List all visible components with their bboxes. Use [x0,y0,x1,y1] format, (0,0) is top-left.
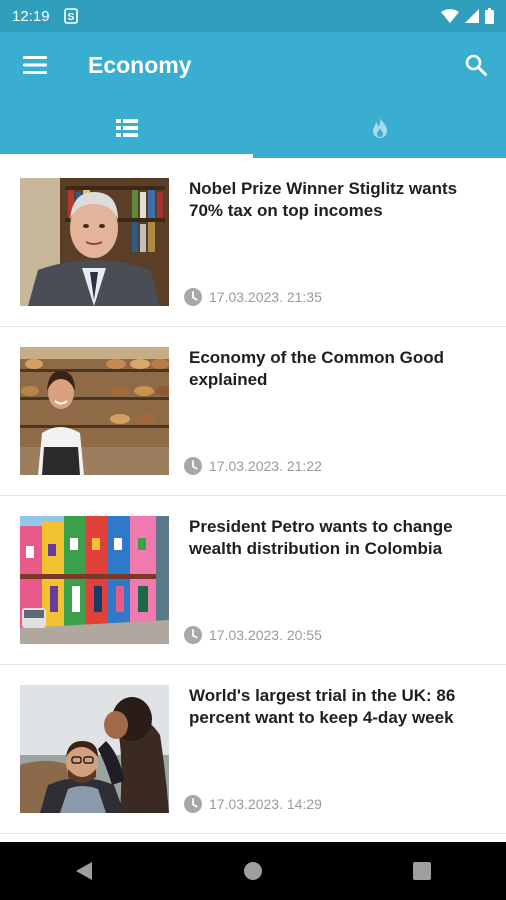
system-nav-bar [0,842,506,900]
menu-button[interactable] [0,32,70,98]
search-button[interactable] [446,32,506,98]
list-icon [115,119,138,137]
article-meta: 17.03.2023. 14:29 [184,795,322,813]
clock-icon [184,795,202,813]
article-item[interactable]: Nobel Prize Winner Stiglitz wants 70% ta… [0,158,506,327]
wifi-icon [441,9,459,23]
flame-icon [372,117,387,138]
article-timestamp: 17.03.2023. 14:29 [209,796,322,812]
article-title: Nobel Prize Winner Stiglitz wants 70% ta… [189,179,458,220]
recents-button[interactable] [392,842,452,900]
article-meta: 17.03.2023. 20:55 [184,626,322,644]
clock-icon [184,288,202,306]
app-bar: Economy [0,32,506,98]
status-icons [441,8,494,24]
tab-list[interactable] [0,98,253,158]
article-item[interactable]: World's largest trial in the UK: 86 perc… [0,665,506,834]
article-item[interactable]: Economy of the Common Good explained 17.… [0,327,506,496]
article-thumbnail [20,516,169,644]
battery-icon [485,8,494,24]
article-meta: 17.03.2023. 21:35 [184,288,322,306]
svg-text:S: S [67,12,74,23]
article-thumbnail [20,178,169,306]
back-button[interactable] [54,842,114,900]
search-icon [465,54,487,76]
article-timestamp: 17.03.2023. 21:35 [209,289,322,305]
article-item[interactable]: President Petro wants to change wealth d… [0,496,506,665]
article-list: Nobel Prize Winner Stiglitz wants 70% ta… [0,158,506,842]
article-title: President Petro wants to change wealth d… [189,517,453,558]
article-title: World's largest trial in the UK: 86 perc… [189,686,456,727]
tab-trending[interactable] [253,98,506,158]
clock-icon [184,457,202,475]
status-time: 12:19 [12,7,50,25]
storage-s-icon: S [63,8,78,24]
tab-bar [0,98,506,158]
home-icon [243,862,262,880]
recents-icon [412,862,431,880]
back-icon [76,862,93,880]
article-meta: 17.03.2023. 21:22 [184,457,322,475]
page-title: Economy [88,51,192,78]
signal-icon [465,9,479,23]
article-timestamp: 17.03.2023. 20:55 [209,627,322,643]
menu-icon [23,56,47,74]
status-bar: 12:19 S [0,0,506,32]
article-title: Economy of the Common Good explained [189,348,444,389]
article-thumbnail [20,685,169,813]
clock-icon [184,626,202,644]
article-timestamp: 17.03.2023. 21:22 [209,458,322,474]
home-button[interactable] [223,842,283,900]
article-thumbnail [20,347,169,475]
